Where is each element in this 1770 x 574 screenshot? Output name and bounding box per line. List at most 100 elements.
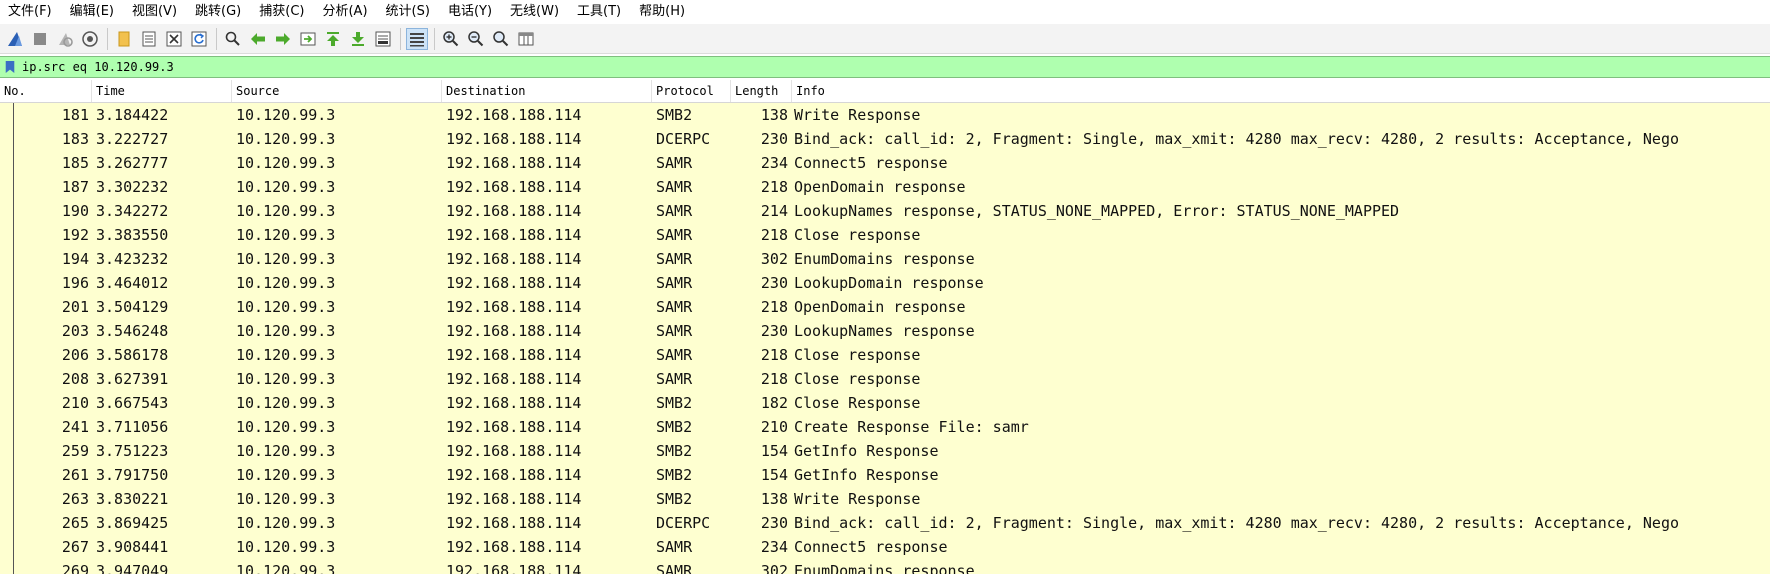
colorize-icon[interactable] [406,27,428,50]
display-filter-input[interactable] [22,58,1770,76]
packet-source: 10.120.99.3 [232,319,442,343]
packet-length: 138 [731,103,792,127]
packet-row[interactable]: 259 3.751223 10.120.99.3 192.168.188.114 SMB… [0,439,1770,463]
packet-row[interactable]: 183 3.222727 10.120.99.3 192.168.188.114 DCE… [0,127,1770,151]
packet-no: 196 [0,271,92,295]
capture-options-icon[interactable] [79,28,101,50]
column-header-protocol[interactable]: Protocol [652,80,731,102]
start-capture-icon[interactable] [4,28,26,50]
packet-protocol: SAMR [652,175,731,199]
packet-row[interactable]: 269 3.947049 10.120.99.3 192.168.188.114 SAM… [0,559,1770,574]
packet-no-text: 203 [61,322,89,340]
packet-destination: 192.168.188.114 [442,151,652,175]
packet-row[interactable]: 210 3.667543 10.120.99.3 192.168.188.114 SMB… [0,391,1770,415]
reload-file-icon[interactable] [188,28,210,50]
packet-source: 10.120.99.3 [232,463,442,487]
auto-scroll-icon[interactable] [372,28,394,50]
go-last-icon[interactable] [347,28,369,50]
menu-statistics[interactable]: 统计(S) [377,0,439,24]
menu-file[interactable]: 文件(F) [0,0,61,24]
menu-analyze[interactable]: 分析(A) [313,0,376,24]
packet-row[interactable]: 194 3.423232 10.120.99.3 192.168.188.114 SAM… [0,247,1770,271]
stop-capture-icon[interactable] [29,28,51,50]
packet-row[interactable]: 265 3.869425 10.120.99.3 192.168.188.114 DCE… [0,511,1770,535]
packet-row[interactable]: 263 3.830221 10.120.99.3 192.168.188.114 SMB… [0,487,1770,511]
save-file-icon[interactable] [138,28,160,50]
menu-go[interactable]: 跳转(G) [186,0,250,24]
packet-destination-text: 192.168.188.114 [446,538,582,556]
packet-length: 218 [731,343,792,367]
packet-row[interactable]: 208 3.627391 10.120.99.3 192.168.188.114 SAM… [0,367,1770,391]
packet-protocol-text: SMB2 [656,418,693,436]
packet-row[interactable]: 190 3.342272 10.120.99.3 192.168.188.114 SAM… [0,199,1770,223]
column-header-time[interactable]: Time [92,80,232,102]
packet-info-text: Close response [794,370,921,388]
packet-row[interactable]: 241 3.711056 10.120.99.3 192.168.188.114 SMB… [0,415,1770,439]
packet-row[interactable]: 267 3.908441 10.120.99.3 192.168.188.114 SAM… [0,535,1770,559]
packet-info-text: LookupDomain response [794,274,984,292]
restart-capture-icon[interactable] [54,28,76,50]
bookmark-icon[interactable] [4,59,18,75]
packet-row[interactable]: 192 3.383550 10.120.99.3 192.168.188.114 SAM… [0,223,1770,247]
conversation-tree-line [13,535,14,559]
packet-source: 10.120.99.3 [232,415,442,439]
packet-source-text: 10.120.99.3 [236,562,336,574]
go-forward-icon[interactable] [272,28,294,50]
column-header-length[interactable]: Length [731,80,792,102]
packet-info: EnumDomains response [792,247,1770,271]
zoom-in-icon[interactable] [440,28,462,50]
packet-source: 10.120.99.3 [232,367,442,391]
packet-row[interactable]: 206 3.586178 10.120.99.3 192.168.188.114 SAM… [0,343,1770,367]
resize-columns-icon[interactable] [515,28,537,50]
packet-no: 265 [0,511,92,535]
packet-length-text: 154 [760,466,788,484]
go-back-icon[interactable] [247,28,269,50]
menu-edit[interactable]: 编辑(E) [61,0,123,24]
go-to-packet-icon[interactable] [297,28,319,50]
menu-tools[interactable]: 工具(T) [568,0,630,24]
packet-destination-text: 192.168.188.114 [446,202,582,220]
packet-length-text: 218 [760,298,788,316]
packet-row[interactable]: 181 3.184422 10.120.99.3 192.168.188.114 SMB… [0,103,1770,127]
packet-protocol-text: DCERPC [656,130,711,148]
packet-protocol-text: SAMR [656,298,693,316]
packet-length: 138 [731,487,792,511]
zoom-out-icon[interactable] [465,28,487,50]
packet-source: 10.120.99.3 [232,535,442,559]
menu-wireless[interactable]: 无线(W) [501,0,568,24]
packet-info-text: Write Response [794,490,921,508]
packet-destination-text: 192.168.188.114 [446,442,582,460]
packet-destination: 192.168.188.114 [442,127,652,151]
packet-row[interactable]: 185 3.262777 10.120.99.3 192.168.188.114 SAM… [0,151,1770,175]
packet-protocol: SAMR [652,319,731,343]
packet-row[interactable]: 261 3.791750 10.120.99.3 192.168.188.114 SMB… [0,463,1770,487]
packet-source: 10.120.99.3 [232,271,442,295]
open-file-icon[interactable] [113,28,135,50]
packet-time-text: 3.302232 [96,178,169,196]
column-header-destination[interactable]: Destination [442,80,652,102]
menu-telephony[interactable]: 电话(Y) [439,0,501,24]
packet-row[interactable]: 196 3.464012 10.120.99.3 192.168.188.114 SAM… [0,271,1770,295]
packet-row[interactable]: 201 3.504129 10.120.99.3 192.168.188.114 SAM… [0,295,1770,319]
packet-time: 3.342272 [92,199,232,223]
packet-length: 234 [731,535,792,559]
find-packet-icon[interactable] [222,28,244,50]
conversation-tree-line [13,103,14,127]
normal-size-icon[interactable] [490,28,512,50]
packet-no: 269 [0,559,92,574]
packet-info: GetInfo Response [792,439,1770,463]
packet-row[interactable]: 187 3.302232 10.120.99.3 192.168.188.114 SAM… [0,175,1770,199]
go-first-icon[interactable] [322,28,344,50]
column-header-source[interactable]: Source [232,80,442,102]
packet-length-text: 230 [760,274,788,292]
toolbar-separator [434,27,435,50]
packet-row[interactable]: 203 3.546248 10.120.99.3 192.168.188.114 SAM… [0,319,1770,343]
close-file-icon[interactable] [163,28,185,50]
packet-info: LookupNames response, STATUS_NONE_MAPPED… [792,199,1770,223]
packet-time: 3.504129 [92,295,232,319]
column-header-info[interactable]: Info [792,80,1770,102]
menu-help[interactable]: 帮助(H) [630,0,694,24]
menu-capture[interactable]: 捕获(C) [250,0,313,24]
menu-view[interactable]: 视图(V) [123,0,186,24]
column-header-no[interactable]: No. [0,80,92,102]
